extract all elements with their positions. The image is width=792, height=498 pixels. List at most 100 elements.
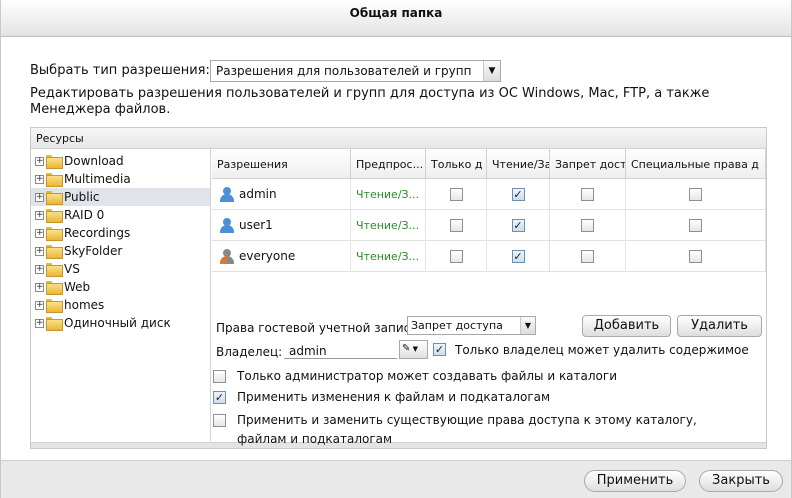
admin-only-create-option[interactable]: Только администратор может создавать фай… xyxy=(213,367,617,386)
folder-icon xyxy=(46,227,63,241)
deny-cell xyxy=(550,179,626,209)
expand-plus-icon[interactable]: + xyxy=(35,318,44,328)
folder-label: Recordings xyxy=(64,226,131,240)
column-header-permissions[interactable]: Разрешения xyxy=(212,149,351,178)
expand-plus-icon[interactable]: + xyxy=(35,192,44,202)
special-checkbox[interactable] xyxy=(689,218,702,232)
special-cell xyxy=(626,210,766,240)
folder-label: Одиночный диск xyxy=(64,316,171,330)
apply-replace-checkbox[interactable] xyxy=(213,414,226,427)
only-owner-delete-checkbox[interactable]: ✓ xyxy=(433,343,446,356)
column-header-preview[interactable]: Предпрос... xyxy=(351,149,426,178)
table-row[interactable]: everyone Чтение/З... ✓ xyxy=(212,241,766,272)
folder-icon xyxy=(46,299,63,313)
user-name: user1 xyxy=(239,218,273,232)
read-write-checkbox[interactable]: ✓ xyxy=(511,218,525,232)
folder-tree-item[interactable]: + Public xyxy=(31,188,210,206)
folder-tree: + Download + Multimedia + Public + RAID 0 + Recor… xyxy=(31,149,211,441)
expand-plus-icon[interactable]: + xyxy=(35,282,44,292)
folder-label: SkyFolder xyxy=(64,244,123,258)
permissions-table: Разрешения Предпрос... Только д Чтение/З… xyxy=(212,149,766,295)
chevron-down-icon[interactable]: ▼ xyxy=(483,61,500,81)
deny-cell xyxy=(550,241,626,271)
user-icon xyxy=(220,217,234,233)
table-header: Разрешения Предпрос... Только д Чтение/З… xyxy=(212,149,766,179)
dialog-title: Общая папка xyxy=(1,0,791,37)
permission-type-label: Выбрать тип разрешения: xyxy=(30,63,210,78)
remove-button[interactable]: Удалить xyxy=(677,315,762,337)
group-icon xyxy=(220,248,234,264)
apply-to-subfolders-option[interactable]: ✓ Применить изменения к файлам и подката… xyxy=(213,388,550,407)
read-only-cell xyxy=(426,179,487,209)
folder-tree-item[interactable]: + Web xyxy=(31,278,210,296)
expand-plus-icon[interactable]: + xyxy=(35,156,44,166)
folder-tree-item[interactable]: + RAID 0 xyxy=(31,206,210,224)
guest-rights-value: Запрет доступа xyxy=(411,319,503,332)
guest-rights-select[interactable]: Запрет доступа ▼ xyxy=(407,316,536,335)
shared-folder-dialog: Общая папка Выбрать тип разрешения: Разр… xyxy=(0,0,792,498)
table-row[interactable]: admin Чтение/З... ✓ xyxy=(212,179,766,210)
dialog-footer: Применить Закрыть xyxy=(1,460,791,498)
preview-cell: Чтение/З... xyxy=(351,210,426,240)
preview-cell: Чтение/З... xyxy=(351,179,426,209)
folder-icon xyxy=(46,263,63,277)
folder-tree-item[interactable]: + Multimedia xyxy=(31,170,210,188)
folder-icon xyxy=(46,155,63,169)
folder-tree-item[interactable]: + Download xyxy=(31,152,210,170)
folder-tree-item[interactable]: + SkyFolder xyxy=(31,242,210,260)
column-header-deny[interactable]: Запрет дост xyxy=(550,149,626,178)
deny-checkbox[interactable] xyxy=(581,249,594,263)
expand-plus-icon[interactable]: + xyxy=(35,174,44,184)
expand-plus-icon[interactable]: + xyxy=(35,300,44,310)
read-write-checkbox[interactable]: ✓ xyxy=(511,187,525,201)
close-button[interactable]: Закрыть xyxy=(699,470,783,492)
admin-only-create-checkbox[interactable] xyxy=(213,370,226,383)
apply-button[interactable]: Применить xyxy=(584,470,686,492)
admin-only-create-label: Только администратор может создавать фай… xyxy=(237,369,617,383)
read-only-checkbox[interactable] xyxy=(449,218,463,232)
chevron-down-icon: ▼ xyxy=(410,345,418,353)
folder-tree-item[interactable]: + homes xyxy=(31,296,210,314)
deny-checkbox[interactable] xyxy=(581,187,594,201)
user-name: everyone xyxy=(239,249,296,263)
apply-to-subfolders-checkbox[interactable]: ✓ xyxy=(213,391,226,404)
owner-field[interactable]: admin xyxy=(284,341,397,359)
column-header-read-write[interactable]: Чтение/За xyxy=(487,149,550,178)
folder-label: RAID 0 xyxy=(64,208,105,222)
folder-tree-item[interactable]: + Recordings xyxy=(31,224,210,242)
special-checkbox[interactable] xyxy=(689,249,702,263)
resources-header: Ресурсы xyxy=(31,128,766,149)
expand-plus-icon[interactable]: + xyxy=(35,264,44,274)
apply-replace-option[interactable]: Применить и заменить существующие права … xyxy=(213,411,743,449)
folder-label: Public xyxy=(64,190,100,204)
read-write-checkbox[interactable]: ✓ xyxy=(511,249,525,263)
column-header-read-only[interactable]: Только д xyxy=(426,149,487,178)
folder-label: Web xyxy=(64,280,91,294)
read-only-checkbox[interactable] xyxy=(449,187,463,201)
chevron-down-icon[interactable]: ▼ xyxy=(520,317,535,334)
permission-type-select[interactable]: Разрешения для пользователей и групп ▼ xyxy=(210,60,501,82)
preview-cell: Чтение/З... xyxy=(351,241,426,271)
read-write-cell: ✓ xyxy=(487,210,550,240)
deny-checkbox[interactable] xyxy=(581,218,594,232)
folder-icon xyxy=(46,191,63,205)
folder-tree-item[interactable]: + Одиночный диск xyxy=(31,314,210,332)
special-cell xyxy=(626,179,766,209)
folder-label: VS xyxy=(64,262,80,276)
read-write-cell: ✓ xyxy=(487,179,550,209)
permissions-description: Редактировать разрешения пользователей и… xyxy=(30,86,710,117)
expand-plus-icon[interactable]: + xyxy=(35,210,44,220)
folder-tree-item[interactable]: + VS xyxy=(31,260,210,278)
only-owner-delete-option[interactable]: ✓ Только владелец может удалить содержим… xyxy=(433,341,749,360)
user-cell: user1 xyxy=(212,210,351,240)
column-header-special[interactable]: Специальные права д xyxy=(626,149,766,178)
expand-plus-icon[interactable]: + xyxy=(35,246,44,256)
table-row[interactable]: user1 Чтение/З... ✓ xyxy=(212,210,766,241)
add-button[interactable]: Добавить xyxy=(582,315,671,337)
owner-edit-button[interactable]: ✎ ▼ xyxy=(399,340,428,359)
read-only-checkbox[interactable] xyxy=(449,249,463,263)
special-checkbox[interactable] xyxy=(689,187,702,201)
folder-icon xyxy=(46,281,63,295)
permission-type-value: Разрешения для пользователей и групп xyxy=(216,64,472,78)
expand-plus-icon[interactable]: + xyxy=(35,228,44,238)
